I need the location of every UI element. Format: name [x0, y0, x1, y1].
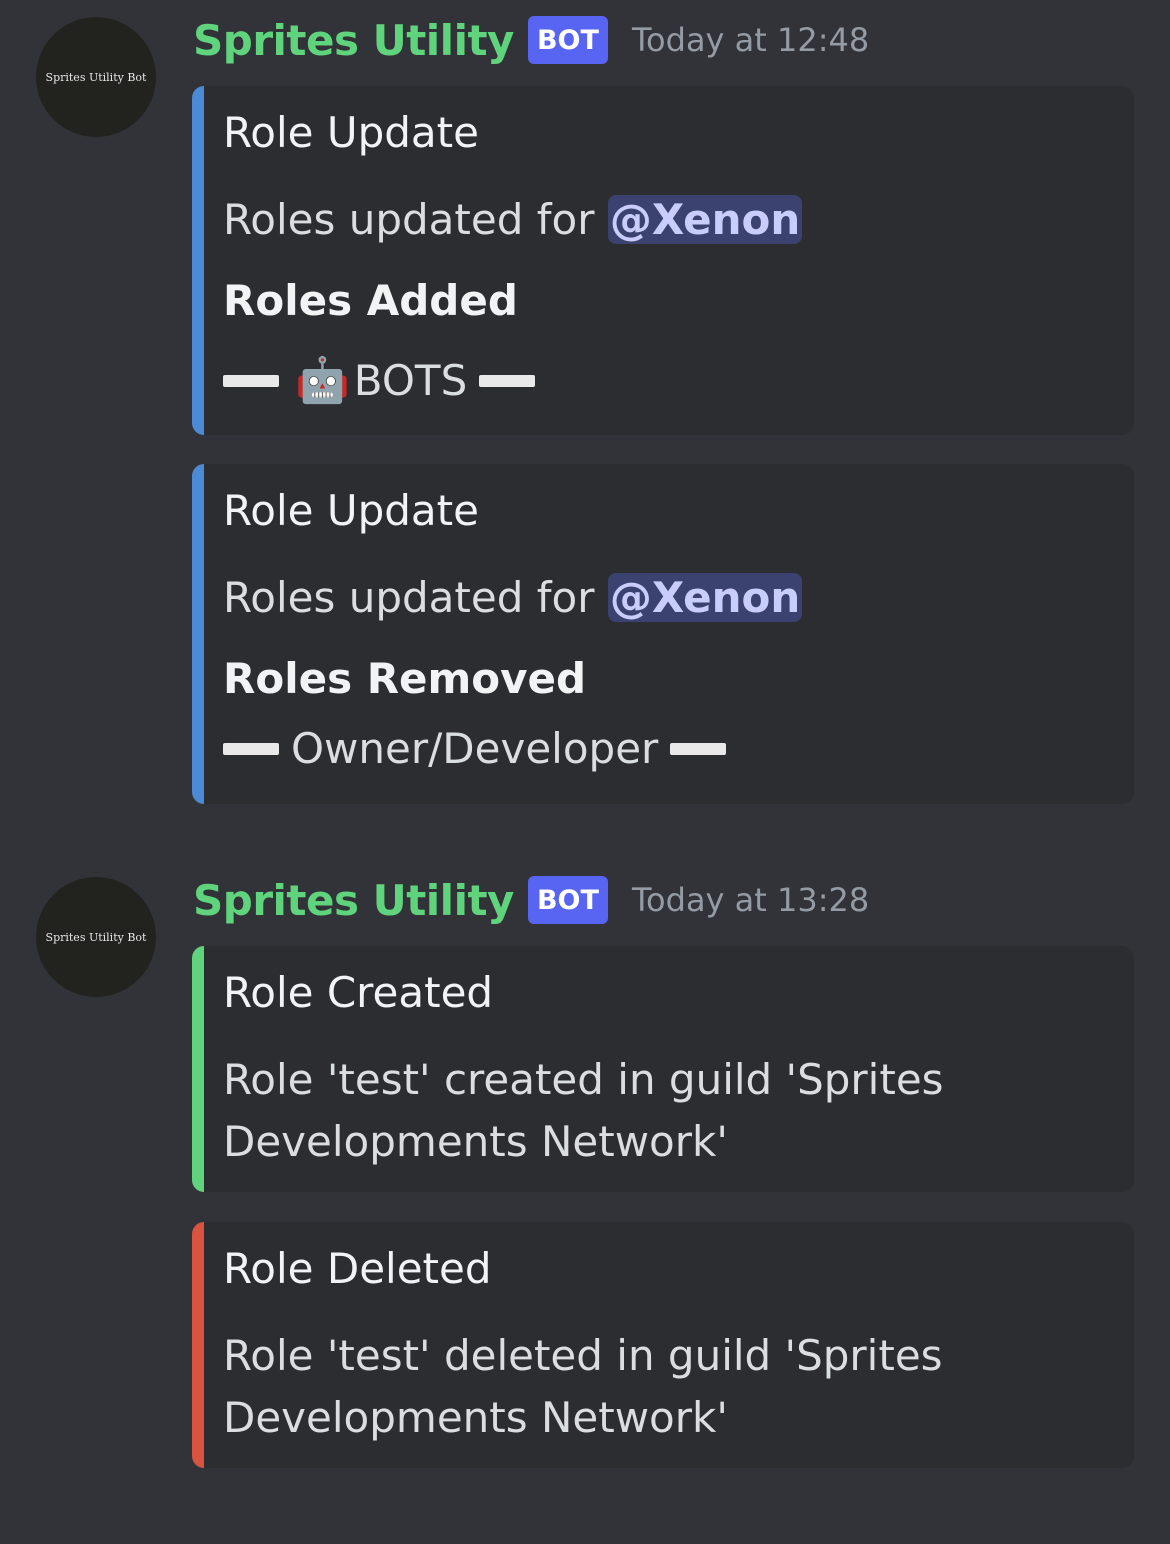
message-header: Sprites Utility BOT Today at 13:28	[193, 872, 869, 928]
user-mention[interactable]: @Xenon	[607, 573, 803, 622]
embed-color-bar	[192, 86, 204, 435]
embed-title: Role Update	[223, 486, 479, 535]
embed-role-update-removed: Role Update Roles updated for @Xenon Rol…	[192, 464, 1134, 804]
role-mention[interactable]: Owner/Developer	[223, 724, 727, 773]
role-name: BOTS	[353, 356, 468, 405]
embed-role-created: Role Created Role 'test' created in guil…	[192, 946, 1134, 1192]
bot-tag: BOT	[527, 876, 608, 924]
role-name: Owner/Developer	[291, 724, 659, 773]
embed-color-bar	[192, 946, 204, 1192]
robot-face-icon: 🤖	[295, 354, 350, 406]
description-text: Roles updated for	[223, 195, 595, 244]
embed-description: Roles updated for @Xenon	[223, 566, 803, 630]
timestamp[interactable]: Today at 13:28	[632, 881, 869, 919]
message-header: Sprites Utility BOT Today at 12:48	[193, 12, 869, 68]
embed-title: Role Update	[223, 108, 479, 157]
avatar-text: Sprites Utility Bot	[45, 70, 147, 84]
dash-decoration	[223, 374, 279, 387]
timestamp[interactable]: Today at 12:48	[632, 21, 869, 59]
dash-decoration	[223, 742, 279, 755]
embed-role-deleted: Role Deleted Role 'test' deleted in guil…	[192, 1222, 1134, 1468]
embed-description: Roles updated for @Xenon	[223, 188, 803, 252]
embed-role-update-added: Role Update Roles updated for @Xenon Rol…	[192, 86, 1134, 435]
embed-description-line: Role 'test' deleted in guild 'Sprites	[223, 1331, 943, 1380]
user-mention[interactable]: @Xenon	[607, 195, 803, 244]
embed-description-line: Developments Network'	[223, 1393, 728, 1442]
username[interactable]: Sprites Utility	[193, 16, 514, 65]
avatar[interactable]: Sprites Utility Bot	[36, 877, 156, 997]
embed-title: Role Created	[223, 968, 494, 1017]
embed-description-line: Developments Network'	[223, 1117, 728, 1166]
embed-title: Role Deleted	[223, 1244, 492, 1293]
avatar[interactable]: Sprites Utility Bot	[36, 17, 156, 137]
role-mention[interactable]: 🤖 BOTS	[223, 354, 536, 406]
embed-description-line: Role 'test' created in guild 'Sprites	[223, 1055, 944, 1104]
dash-decoration	[479, 374, 536, 387]
avatar-text: Sprites Utility Bot	[45, 930, 147, 944]
field-name: Roles Removed	[223, 654, 587, 703]
embed-color-bar	[192, 464, 204, 804]
description-text: Roles updated for	[223, 573, 595, 622]
field-name: Roles Added	[223, 276, 518, 325]
bot-tag: BOT	[527, 16, 608, 64]
embed-color-bar	[192, 1222, 204, 1468]
dash-decoration	[670, 742, 727, 755]
username[interactable]: Sprites Utility	[193, 876, 514, 925]
